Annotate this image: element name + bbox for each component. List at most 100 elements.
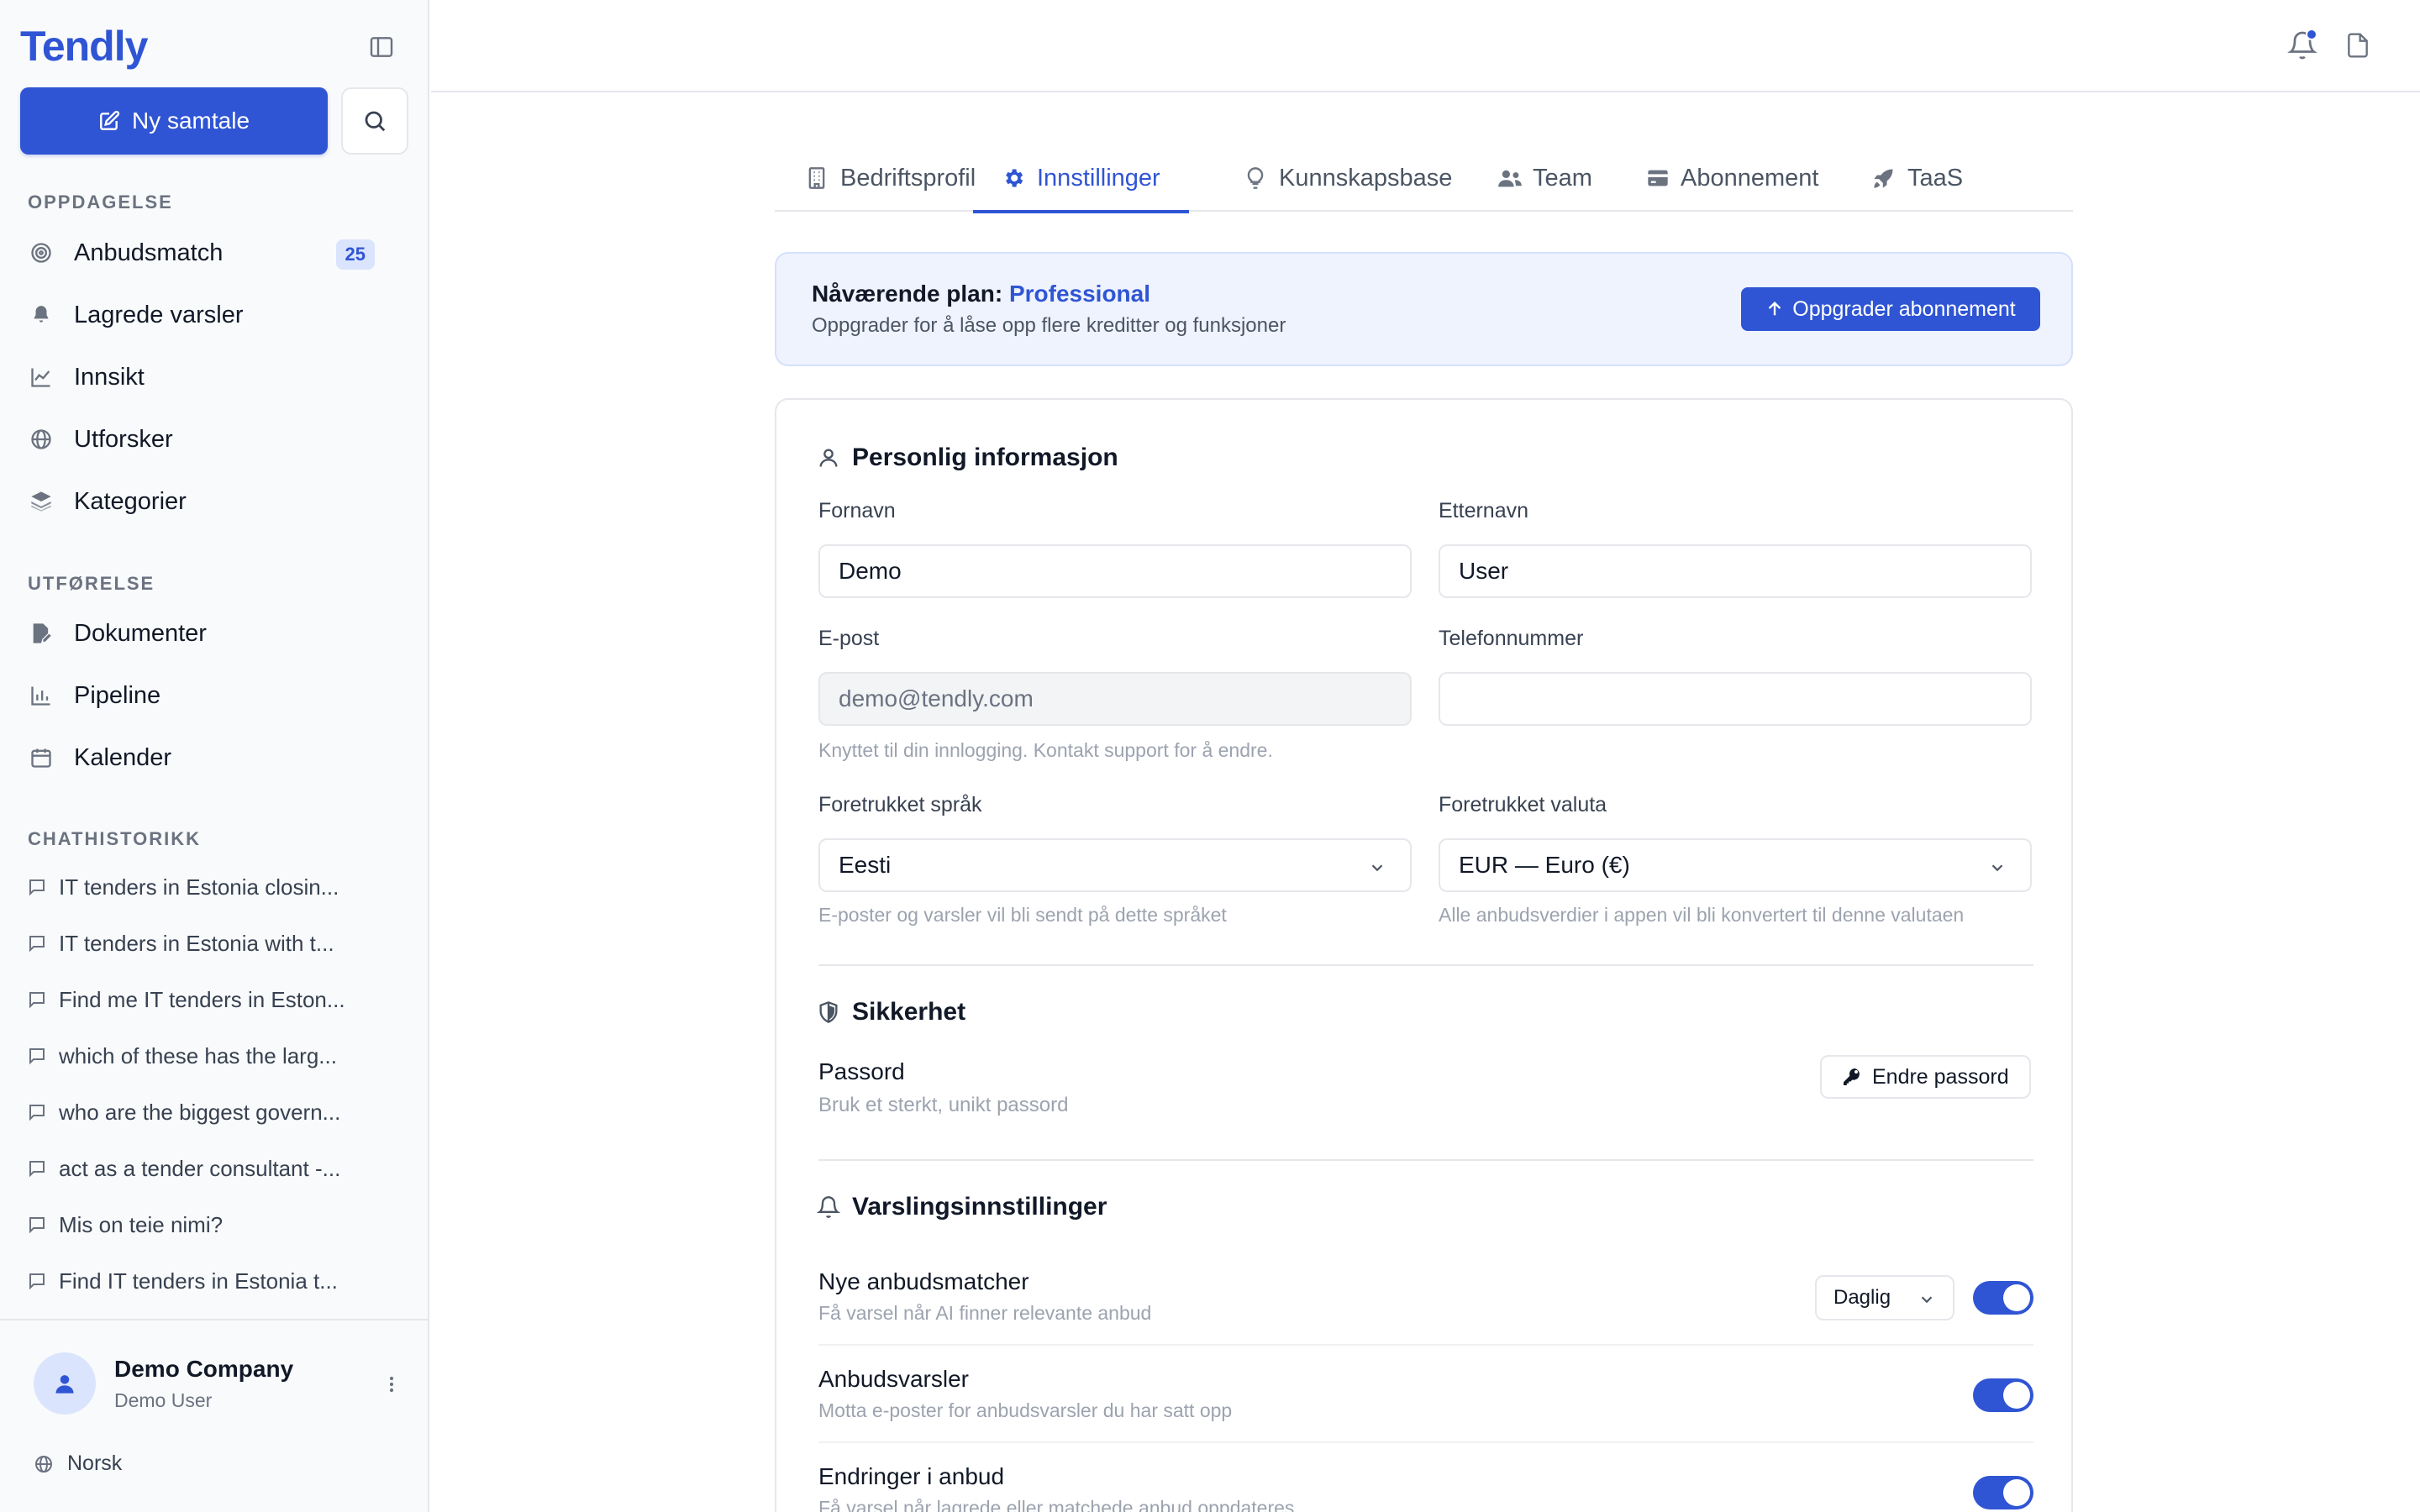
- upgrade-subscription-button[interactable]: Oppgrader abonnement: [1741, 287, 2040, 331]
- notifications-heading: Varslingsinnstillinger: [817, 1193, 1107, 1221]
- search-icon: [365, 111, 386, 132]
- sidebar-toggle-icon[interactable]: [366, 34, 397, 60]
- chevron-down-icon: [1371, 864, 1383, 872]
- new-matches-toggle[interactable]: [1973, 1281, 2033, 1315]
- user-icon: [55, 1375, 74, 1394]
- sidebar-item-label: Dokumenter: [74, 619, 207, 647]
- change-password-button[interactable]: Endre passord: [1820, 1055, 2031, 1099]
- tender-changes-toggle[interactable]: [1973, 1476, 2033, 1509]
- sidebar-item-label: Innsikt: [74, 363, 145, 391]
- tab-innstillinger[interactable]: Innstillinger: [973, 144, 1189, 213]
- chat-history-item[interactable]: IT tenders in Estonia with t...: [27, 922, 363, 964]
- currency-help-text: Alle anbudsverdier i appen vil bli konve…: [1439, 904, 1965, 926]
- sidebar-item-kategorier[interactable]: Kategorier: [20, 474, 408, 529]
- chat-history-item[interactable]: Find me IT tenders in Eston...: [27, 979, 363, 1021]
- section-title-execution: UTFØRELSE: [28, 573, 155, 594]
- last-name-input[interactable]: User: [1439, 544, 2032, 598]
- tab-abonnement[interactable]: Abonnement: [1645, 144, 1818, 212]
- document-icon[interactable]: [2344, 30, 2371, 60]
- notification-subtitle: Motta e-poster for anbudsvarsler du har …: [818, 1399, 1233, 1421]
- message-icon: [27, 1102, 47, 1122]
- tab-taas[interactable]: TaaS: [1872, 144, 1963, 212]
- new-chat-label: Ny samtale: [131, 108, 250, 134]
- sidebar: Tendly Ny samtale OPPDAGELSE Anbudsmatch…: [0, 0, 429, 1512]
- chat-history-item[interactable]: act as a tender consultant -...: [27, 1147, 363, 1189]
- email-help-text: Knyttet til din innlogging. Kontakt supp…: [818, 739, 1273, 761]
- search-button[interactable]: [341, 87, 408, 155]
- email-input[interactable]: demo@tendly.com: [818, 672, 1412, 726]
- sidebar-item-anbudsmatch[interactable]: Anbudsmatch 25: [20, 225, 408, 281]
- building-icon: [805, 166, 829, 190]
- sidebar-item-label: Kategorier: [74, 487, 187, 515]
- sidebar-item-label: Kalender: [74, 743, 172, 771]
- user-icon: [817, 446, 840, 470]
- company-name: Demo Company: [114, 1356, 294, 1382]
- first-name-label: Fornavn: [818, 499, 896, 522]
- file-edit-icon: [29, 621, 54, 646]
- notification-title: Anbudsvarsler: [818, 1366, 969, 1392]
- message-icon: [27, 1046, 47, 1066]
- notification-title: Endringer i anbud: [818, 1463, 1005, 1489]
- tab-team[interactable]: Team: [1497, 144, 1592, 212]
- message-icon: [27, 877, 47, 897]
- frequency-select[interactable]: Daglig: [1815, 1275, 1954, 1320]
- chat-history-item[interactable]: Mis on teie nimi?: [27, 1204, 363, 1246]
- sidebar-item-label: Anbudsmatch: [74, 239, 224, 266]
- currency-select[interactable]: EUR — Euro (€): [1439, 838, 2032, 892]
- phone-input[interactable]: [1439, 672, 2032, 726]
- avatar[interactable]: [34, 1352, 96, 1415]
- language-switcher[interactable]: Norsk: [34, 1452, 122, 1476]
- plan-title: Nåværende plan: Professional: [812, 281, 1151, 307]
- security-heading: Sikkerhet: [817, 998, 965, 1026]
- chat-history-item[interactable]: Find IT tenders in Estonia t...: [27, 1260, 363, 1302]
- gear-icon: [1002, 166, 1025, 190]
- language-label: Foretrukket språk: [818, 793, 982, 816]
- bar-chart-icon: [29, 683, 54, 708]
- arrow-up-icon: [1769, 301, 1781, 316]
- password-label: Passord: [818, 1058, 905, 1084]
- tab-kunnskapsbase[interactable]: Kunnskapsbase: [1244, 144, 1452, 212]
- sidebar-item-dokumenter[interactable]: Dokumenter: [20, 606, 408, 661]
- user-name: Demo User: [114, 1389, 213, 1411]
- sidebar-item-label: Pipeline: [74, 681, 161, 709]
- chevron-down-icon: [1921, 1296, 1933, 1304]
- chat-history-item[interactable]: IT tenders in Estonia closin...: [27, 866, 363, 908]
- currency-label: Foretrukket valuta: [1439, 793, 1607, 816]
- more-vertical-icon[interactable]: [380, 1369, 403, 1399]
- edit-icon: [100, 110, 120, 130]
- notification-subtitle: Få varsel når lagrede eller matchede anb…: [818, 1497, 1295, 1512]
- personal-info-heading: Personlig informasjon: [817, 444, 1118, 472]
- calendar-icon: [29, 745, 54, 770]
- section-title-chat-history: CHATHISTORIKK: [28, 828, 202, 849]
- sidebar-item-innsikt[interactable]: Innsikt: [20, 349, 408, 405]
- sidebar-item-utforsker[interactable]: Utforsker: [20, 412, 408, 467]
- sidebar-item-lagrede-varsler[interactable]: Lagrede varsler: [20, 287, 408, 343]
- chat-history-item[interactable]: which of these has the larg...: [27, 1035, 363, 1077]
- globe-icon: [34, 1454, 54, 1474]
- sidebar-item-pipeline[interactable]: Pipeline: [20, 668, 408, 723]
- bell-icon: [29, 302, 54, 328]
- message-icon: [27, 990, 47, 1010]
- language-select[interactable]: Eesti: [818, 838, 1412, 892]
- first-name-input[interactable]: Demo: [818, 544, 1412, 598]
- chevron-down-icon: [1991, 864, 2003, 872]
- plan-name: Professional: [1008, 281, 1151, 307]
- rocket-icon: [1872, 166, 1896, 190]
- key-icon: [1842, 1067, 1862, 1087]
- app-logo[interactable]: Tendly: [20, 22, 148, 71]
- section-divider: [818, 964, 2033, 966]
- message-icon: [27, 933, 47, 953]
- sidebar-item-kalender[interactable]: Kalender: [20, 730, 408, 785]
- settings-card: Personlig informasjon Fornavn Demo Etter…: [775, 398, 2073, 1512]
- tab-bedriftsprofil[interactable]: Bedriftsprofil: [805, 144, 976, 212]
- notification-dot: [2306, 29, 2317, 40]
- bell-icon: [817, 1195, 840, 1219]
- tender-alerts-toggle[interactable]: [1973, 1378, 2033, 1412]
- chat-history-item[interactable]: who are the biggest govern...: [27, 1091, 363, 1133]
- notification-title: Nye anbudsmatcher: [818, 1268, 1029, 1294]
- message-icon: [27, 1271, 47, 1291]
- new-chat-button[interactable]: Ny samtale: [20, 87, 328, 155]
- layers-icon: [29, 489, 54, 514]
- email-label: E-post: [818, 627, 880, 650]
- shield-icon: [817, 1000, 840, 1024]
